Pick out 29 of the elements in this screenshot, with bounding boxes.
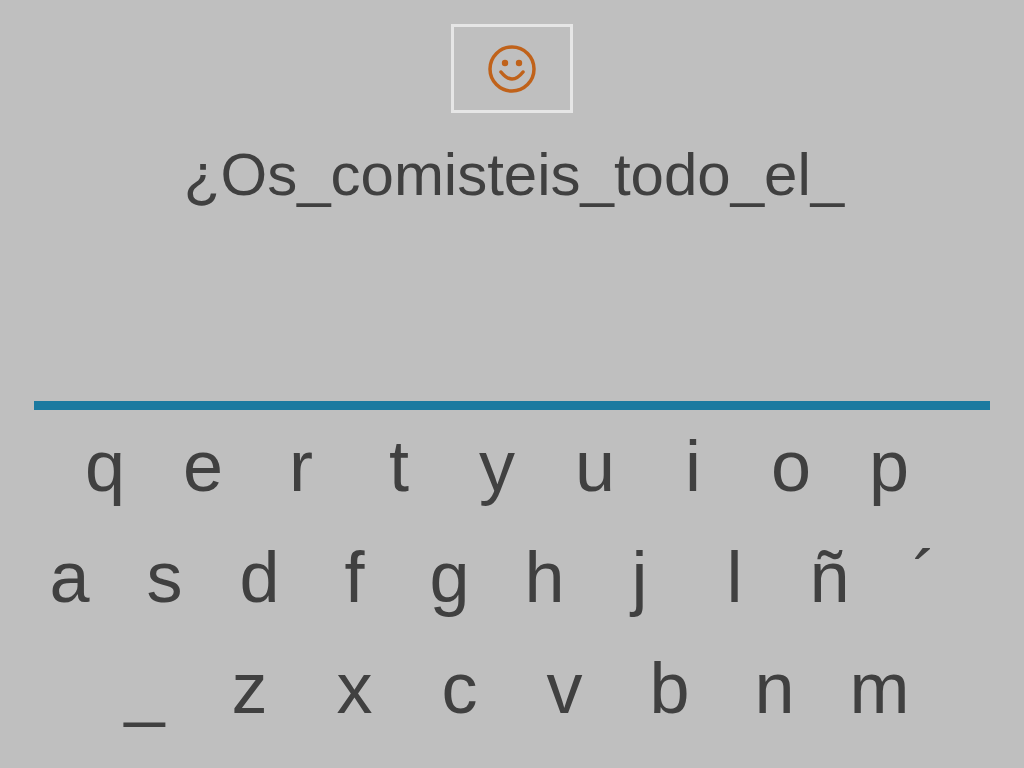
letter-key[interactable]: v (512, 638, 617, 738)
letter-key[interactable]: z (197, 638, 302, 738)
letter-key[interactable]: d (212, 527, 307, 627)
letter-key[interactable]: p (840, 416, 938, 516)
letter-key[interactable]: u (546, 416, 644, 516)
letter-key[interactable]: r (252, 416, 350, 516)
sentence-prompt: ¿Os_comisteis_todo_el_ (183, 140, 845, 210)
letter-key[interactable]: ´ (877, 527, 972, 627)
letter-key[interactable]: s (117, 527, 212, 627)
letter-key[interactable]: o (742, 416, 840, 516)
letter-key[interactable]: n (722, 638, 827, 738)
letter-key[interactable]: a (22, 527, 117, 627)
smiley-icon (487, 43, 537, 94)
letter-key[interactable]: t (350, 416, 448, 516)
letter-key[interactable]: l (687, 527, 782, 627)
letter-key[interactable]: x (302, 638, 407, 738)
letter-key[interactable]: b (617, 638, 722, 738)
letter-key[interactable]: h (497, 527, 592, 627)
letter-key[interactable]: g (402, 527, 497, 627)
letter-key[interactable]: _ (92, 638, 197, 738)
letter-key[interactable]: m (827, 638, 932, 738)
letter-key[interactable]: ñ (782, 527, 877, 627)
letter-key[interactable]: j (592, 527, 687, 627)
letter-key[interactable]: i (644, 416, 742, 516)
letter-key[interactable]: e (154, 416, 252, 516)
letter-key[interactable]: f (307, 527, 402, 627)
letter-key[interactable]: y (448, 416, 546, 516)
letter-key[interactable]: q (56, 416, 154, 516)
letter-key[interactable]: c (407, 638, 512, 738)
